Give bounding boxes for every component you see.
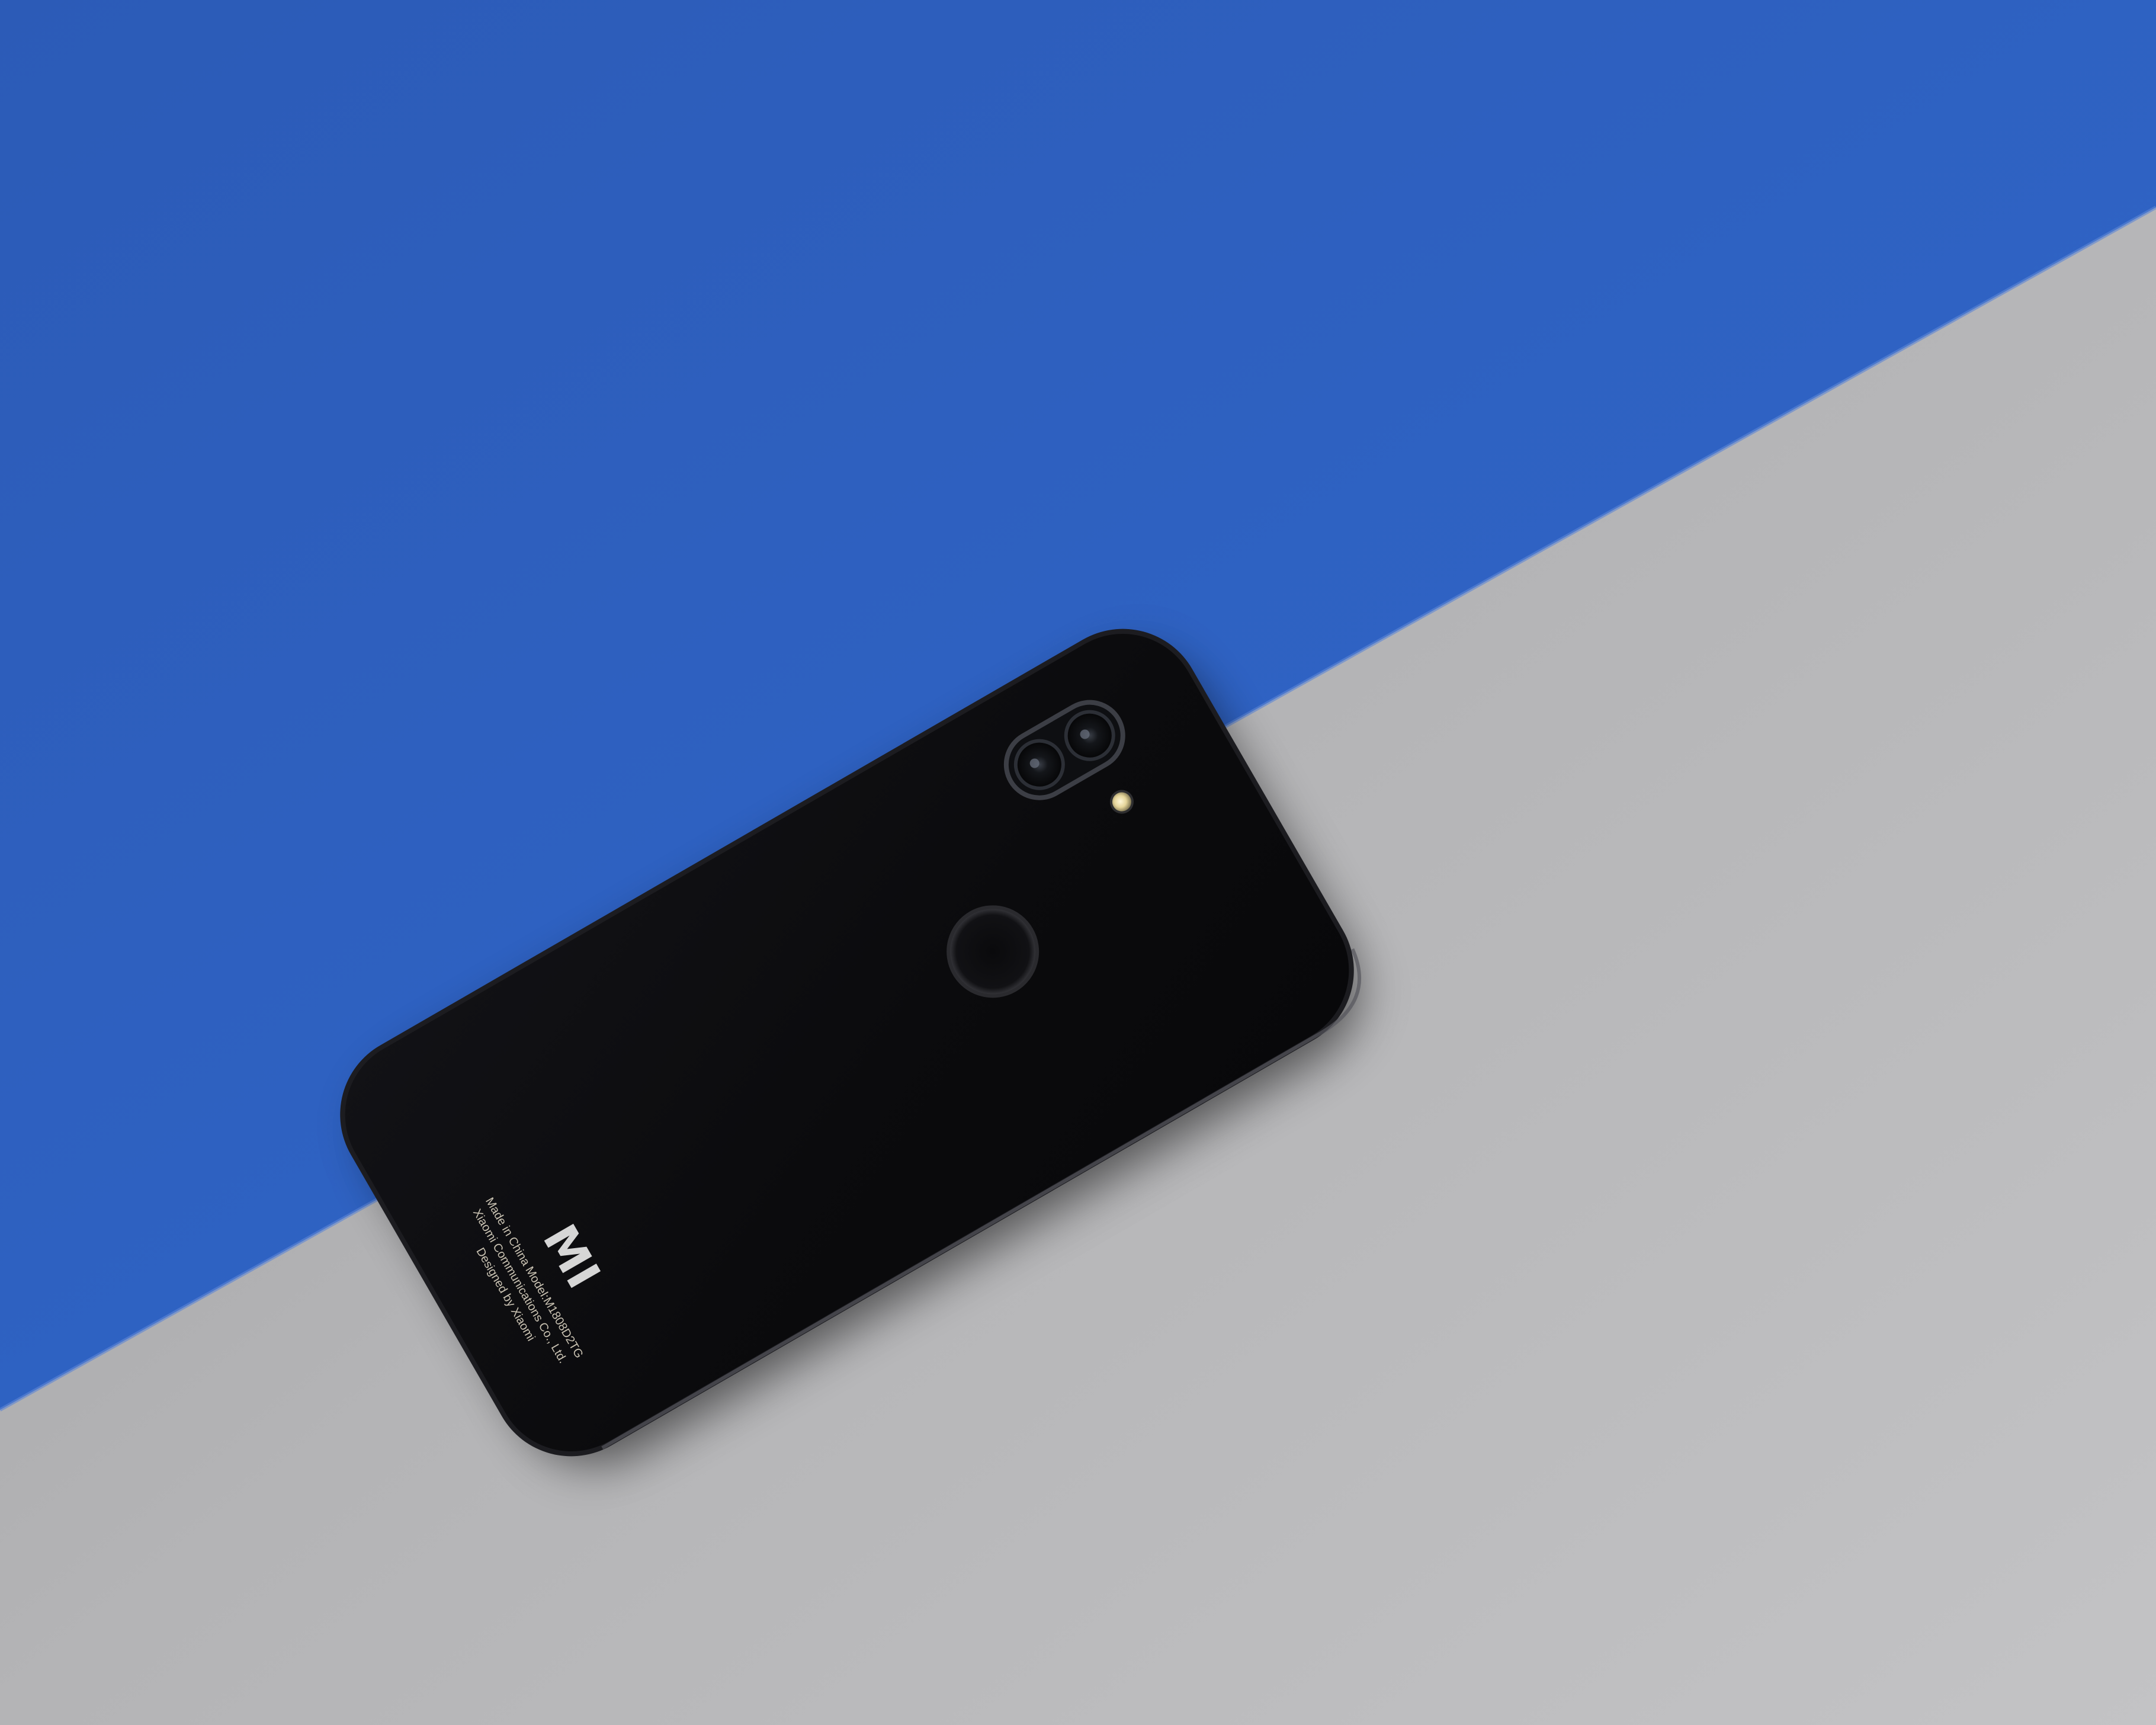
photo-scene: MI Made in China Model:M1808D2TG Xiaomi … [0,0,2156,1725]
scene-illustration: MI Made in China Model:M1808D2TG Xiaomi … [0,0,2156,1725]
